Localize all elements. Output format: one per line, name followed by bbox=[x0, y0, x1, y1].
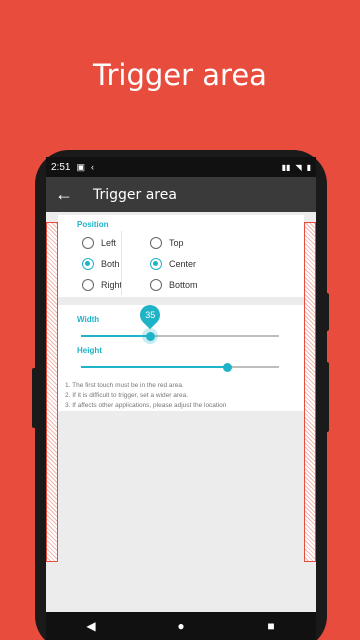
back-chevron-icon: ‹ bbox=[90, 162, 94, 172]
radio-label: Left bbox=[101, 238, 117, 248]
radio-left[interactable]: Left bbox=[82, 237, 116, 249]
height-slider-thumb[interactable] bbox=[223, 362, 233, 372]
radio-button[interactable] bbox=[150, 258, 162, 270]
radio-both[interactable]: Both bbox=[82, 258, 120, 270]
toolbar-title: Trigger area bbox=[93, 186, 177, 203]
status-time: 2:51 bbox=[51, 161, 71, 173]
height-label: Height bbox=[77, 346, 102, 355]
width-value: 35 bbox=[145, 310, 156, 320]
height-slider-fill bbox=[81, 366, 228, 368]
settings-card: Position Left Both Right Top Center Bott… bbox=[58, 215, 304, 411]
radio-right[interactable]: Right bbox=[82, 279, 122, 291]
radio-label: Bottom bbox=[169, 280, 198, 290]
section-divider bbox=[58, 297, 304, 305]
back-triangle-icon[interactable]: ◀ bbox=[76, 619, 106, 633]
note-line: 2. If it is difficult to trigger, set a … bbox=[65, 392, 189, 399]
radio-button[interactable] bbox=[150, 279, 162, 291]
battery-icon: ▮ bbox=[306, 162, 311, 172]
radio-button[interactable] bbox=[150, 237, 162, 249]
right-trigger-area bbox=[304, 222, 316, 562]
radio-center[interactable]: Center bbox=[150, 258, 196, 270]
radio-label: Right bbox=[101, 280, 123, 290]
position-label: Position bbox=[77, 220, 109, 229]
image-icon: ▣ bbox=[76, 161, 85, 172]
promo-title: Trigger area bbox=[93, 58, 267, 92]
radio-label: Center bbox=[169, 259, 197, 269]
status-bar: 2:51 ▣ ‹ ▮▮ ◥ ▮ bbox=[46, 157, 316, 177]
left-trigger-area bbox=[46, 222, 58, 562]
radio-button[interactable] bbox=[82, 279, 94, 291]
width-label: Width bbox=[77, 315, 100, 324]
radio-label: Top bbox=[169, 238, 184, 248]
wifi-icon: ◥ bbox=[295, 162, 302, 172]
note-line: 1. The first touch must be in the red ar… bbox=[65, 382, 184, 389]
app-toolbar: ← Trigger area bbox=[46, 177, 316, 212]
arrow-left-icon[interactable]: ← bbox=[49, 184, 79, 205]
radio-button[interactable] bbox=[82, 237, 94, 249]
radio-top[interactable]: Top bbox=[150, 237, 184, 249]
radio-bottom[interactable]: Bottom bbox=[150, 279, 198, 291]
phone-screen: 2:51 ▣ ‹ ▮▮ ◥ ▮ ← Trigger area Position … bbox=[46, 157, 316, 612]
recents-square-icon[interactable]: ■ bbox=[256, 619, 286, 633]
width-slider[interactable]: 35 bbox=[81, 300, 279, 344]
height-slider[interactable] bbox=[81, 362, 279, 372]
column-divider bbox=[121, 231, 122, 295]
home-circle-icon[interactable]: ● bbox=[166, 619, 196, 633]
radio-button[interactable] bbox=[82, 258, 94, 270]
width-slider-thumb[interactable] bbox=[145, 331, 155, 341]
navigation-bar: ◀ ● ■ bbox=[46, 612, 316, 640]
signal-icon: ▮▮ bbox=[281, 162, 291, 172]
width-slider-fill bbox=[81, 335, 151, 337]
note-line: 3. If affects other applications, please… bbox=[65, 402, 227, 409]
radio-label: Both bbox=[101, 259, 120, 269]
